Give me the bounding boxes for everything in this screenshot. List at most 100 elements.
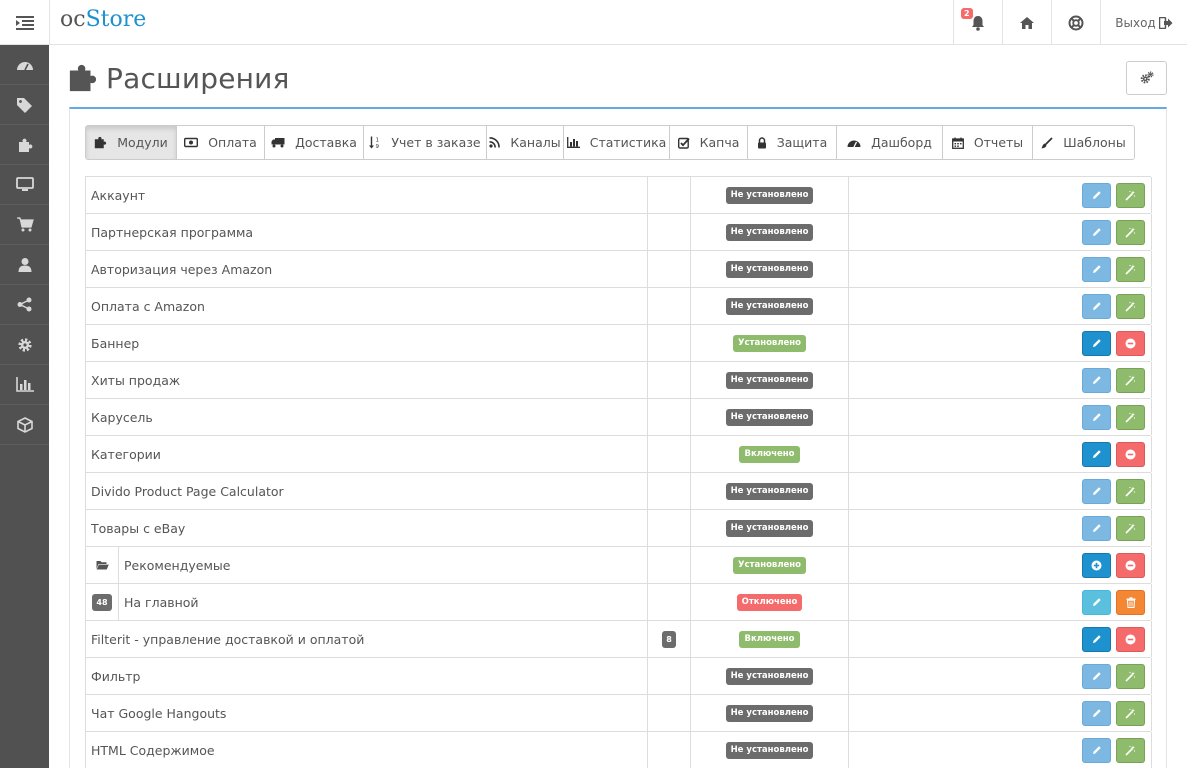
table-row: Фильтр Не установлено [86, 658, 1152, 695]
edit-button[interactable] [1082, 256, 1111, 282]
puzzle-icon [18, 138, 32, 152]
dashboard-icon [847, 137, 866, 148]
install-button[interactable] [1116, 478, 1145, 504]
tab-money[interactable]: Оплата [177, 126, 265, 159]
magic-wand-icon [1125, 301, 1136, 312]
module-count-cell [648, 325, 691, 361]
puzzle-icon [94, 136, 112, 149]
module-name: Filterit - управление доставкой и оплато… [86, 621, 648, 657]
home-button[interactable] [1002, 0, 1051, 45]
edit-button[interactable] [1082, 441, 1111, 467]
sidebar-item-catalog[interactable] [0, 85, 49, 125]
magic-wand-icon [1125, 671, 1136, 682]
table-row: HTML Содержимое Не установлено [86, 732, 1152, 768]
sidebar-item-system[interactable] [0, 325, 49, 365]
install-button[interactable] [1116, 256, 1145, 282]
sidebar-item-sales[interactable] [0, 205, 49, 245]
edit-button[interactable] [1082, 737, 1111, 763]
install-button[interactable] [1116, 404, 1145, 430]
pencil-icon [1092, 339, 1101, 347]
edit-button[interactable] [1082, 515, 1111, 541]
module-name: HTML Содержимое [86, 732, 648, 768]
developer-settings-button[interactable] [1126, 61, 1167, 95]
edit-button[interactable] [1082, 663, 1111, 689]
share-alt-icon [17, 297, 32, 312]
edit-button[interactable] [1082, 293, 1111, 319]
install-button[interactable] [1116, 367, 1145, 393]
tab-paint-brush[interactable]: Шаблоны [1033, 126, 1134, 159]
help-button[interactable] [1051, 0, 1100, 45]
module-name: Хиты продаж [86, 362, 648, 398]
edit-button[interactable] [1082, 219, 1111, 245]
desktop-icon [15, 177, 34, 191]
tab-label: Капча [699, 135, 740, 150]
indent-icon [15, 15, 34, 30]
magic-wand-icon [1125, 190, 1136, 201]
sidebar-item-dashboard[interactable] [0, 45, 49, 85]
trash-icon [1126, 596, 1135, 608]
edit-button[interactable] [1082, 404, 1111, 430]
add-module-button[interactable] [1082, 552, 1111, 578]
tab-check-square[interactable]: Капча [670, 126, 748, 159]
edit-button[interactable] [1082, 182, 1111, 208]
sidebar-item-extensions[interactable] [0, 125, 49, 165]
module-name: Партнерская программа [86, 214, 648, 250]
check-square-icon [677, 137, 695, 149]
magic-wand-icon [1125, 375, 1136, 386]
module-name: Чат Google Hangouts [86, 695, 648, 731]
uninstall-button[interactable] [1116, 330, 1145, 356]
menu-toggle-button[interactable] [0, 0, 50, 45]
minus-circle-icon [1125, 338, 1136, 348]
tab-label: Модули [117, 135, 168, 150]
rss-icon [489, 137, 505, 148]
tab-lock[interactable]: Защита [748, 126, 837, 159]
install-button[interactable] [1116, 700, 1145, 726]
table-row: Оплата с Amazon Не установлено [86, 288, 1152, 325]
edit-button[interactable] [1082, 700, 1111, 726]
sidebar-item-design[interactable] [0, 165, 49, 205]
tab-calendar[interactable]: Отчеты [943, 126, 1033, 159]
tab-sort-numeric[interactable]: 1 9 Учет в заказе [364, 126, 487, 159]
ocstore-logo[interactable]: ocStore [60, 7, 146, 32]
tab-rss[interactable]: Каналы [487, 126, 564, 159]
edit-button[interactable] [1082, 626, 1111, 652]
delete-button[interactable] [1116, 589, 1145, 615]
sidebar-item-reports[interactable] [0, 365, 49, 405]
tab-label: Шаблоны [1063, 135, 1126, 150]
edit-button[interactable] [1082, 478, 1111, 504]
notifications-button[interactable]: 2 [953, 0, 1002, 45]
uninstall-button[interactable] [1116, 552, 1145, 578]
sidebar-item-customers[interactable] [0, 245, 49, 285]
install-button[interactable] [1116, 515, 1145, 541]
logout-button[interactable]: Выход [1100, 0, 1187, 45]
sidebar-item-ocstore[interactable] [0, 405, 49, 445]
tab-dashboard[interactable]: Дашборд [837, 126, 943, 159]
pencil-icon [1092, 191, 1101, 199]
module-actions [849, 214, 1152, 250]
module-name: Фильтр [86, 658, 648, 694]
top-header: ocStore 2 Выход [0, 0, 1187, 45]
table-row: 48 На главной Отключено [86, 584, 1152, 621]
module-name: Категории [86, 436, 648, 472]
sidebar-item-marketing[interactable] [0, 285, 49, 325]
install-button[interactable] [1116, 663, 1145, 689]
logout-label: Выход [1115, 15, 1156, 30]
uninstall-button[interactable] [1116, 626, 1145, 652]
install-button[interactable] [1116, 293, 1145, 319]
tab-puzzle[interactable]: Модули [86, 126, 177, 159]
module-count-cell [648, 547, 691, 583]
install-button[interactable] [1116, 182, 1145, 208]
tab-label: Оплата [208, 135, 257, 150]
edit-button[interactable] [1082, 367, 1111, 393]
tab-bar-chart[interactable]: Статистика [564, 126, 670, 159]
uninstall-button[interactable] [1116, 441, 1145, 467]
module-name: Оплата с Amazon [86, 288, 648, 324]
edit-button[interactable] [1082, 589, 1111, 615]
edit-button[interactable] [1082, 330, 1111, 356]
install-button[interactable] [1116, 737, 1145, 763]
module-actions [849, 695, 1152, 731]
module-actions [849, 436, 1152, 472]
tab-truck[interactable]: Доставка [265, 126, 364, 159]
module-status-cell: Не установлено [691, 658, 849, 694]
install-button[interactable] [1116, 219, 1145, 245]
